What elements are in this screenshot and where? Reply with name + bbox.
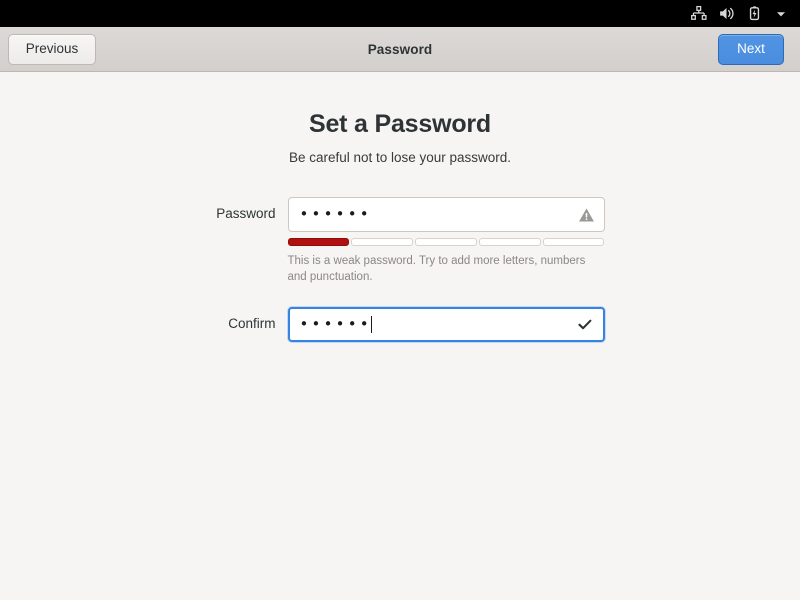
password-strength-meter	[287, 238, 605, 246]
password-form: Password •••••• This is a weak password.…	[0, 197, 800, 342]
page-subtitle: Be careful not to lose your password.	[288, 150, 512, 165]
password-field-column: •••••• This is a weak password. Try to a…	[287, 197, 605, 285]
password-input[interactable]: ••••••	[287, 197, 605, 232]
form-spacer	[0, 285, 800, 307]
confirm-password-input[interactable]: ••••••	[287, 307, 605, 342]
confirm-row: Confirm ••••••	[0, 307, 800, 342]
password-strength-hint: This is a weak password. Try to add more…	[287, 255, 586, 283]
confirm-label: Confirm	[228, 316, 276, 331]
password-label: Password	[216, 206, 276, 221]
network-wired-icon[interactable]	[690, 5, 707, 22]
content-area: Set a Password Be careful not to lose yo…	[0, 73, 800, 600]
strength-segment	[478, 238, 541, 246]
chevron-down-icon[interactable]	[774, 7, 788, 21]
confirm-field-column: ••••••	[287, 307, 605, 342]
text-cursor	[370, 316, 372, 333]
password-input-value: ••••••	[299, 205, 372, 223]
volume-high-icon[interactable]	[718, 5, 735, 22]
system-top-bar	[0, 0, 800, 27]
warning-triangle-icon	[578, 206, 595, 223]
confirm-password-input-value: ••••••	[299, 315, 372, 333]
previous-button[interactable]: Previous	[8, 33, 96, 65]
headerbar: Password Previous Next	[0, 27, 800, 72]
next-button[interactable]: Next	[718, 33, 784, 65]
strength-segment	[287, 238, 350, 246]
page-title: Set a Password	[308, 110, 491, 138]
checkmark-icon	[577, 316, 594, 333]
password-row: Password •••••• This is a weak password.…	[0, 197, 800, 285]
strength-segment	[542, 238, 605, 246]
strength-segment	[415, 238, 477, 246]
battery-charging-icon[interactable]	[746, 5, 763, 22]
system-tray[interactable]	[690, 0, 800, 27]
page-title-header: Password	[367, 41, 433, 57]
strength-segment	[351, 238, 414, 246]
